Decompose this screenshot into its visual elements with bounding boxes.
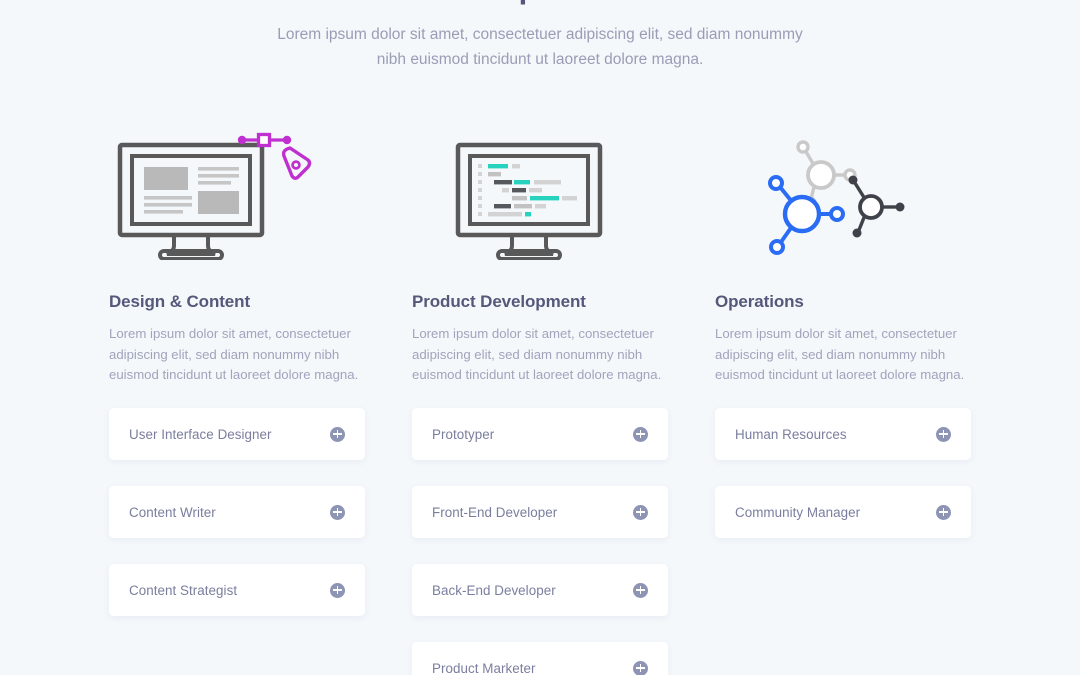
position-label: Community Manager — [735, 504, 861, 520]
plus-circle-icon[interactable] — [633, 582, 648, 598]
plus-circle-icon[interactable] — [330, 504, 345, 520]
position-card[interactable]: Human Resources — [715, 408, 971, 460]
position-card[interactable]: Front-End Developer — [412, 486, 668, 538]
column-title-operations: Operations — [715, 292, 804, 311]
monitor-pen-tool-icon — [117, 132, 312, 260]
column-description-product-development: Lorem ipsum dolor sit amet, consectetuer… — [412, 326, 662, 382]
position-label: Content Strategist — [129, 582, 238, 598]
column-description-operations: Lorem ipsum dolor sit amet, consectetuer… — [715, 326, 965, 382]
column-description-design-content: Lorem ipsum dolor sit amet, consectetuer… — [109, 326, 359, 382]
positions-list-product-development: Prototyper Front-End Developer Back-End … — [412, 408, 668, 675]
position-label: Back-End Developer — [432, 582, 556, 598]
monitor-code-icon — [455, 142, 603, 260]
plus-circle-icon[interactable] — [330, 426, 345, 442]
position-label: Human Resources — [735, 426, 847, 442]
plus-circle-icon[interactable] — [633, 426, 648, 442]
position-card[interactable]: User Interface Designer — [109, 408, 365, 460]
plus-circle-icon[interactable] — [633, 504, 648, 520]
monitor-code-illustration — [412, 120, 668, 270]
position-label: Prototyper — [432, 426, 495, 442]
positions-list-operations: Human Resources Community Manager — [715, 408, 971, 564]
position-card[interactable]: Product Marketer — [412, 642, 668, 675]
column-title-design-content: Design & Content — [109, 292, 251, 311]
network-nodes-illustration — [715, 120, 971, 270]
position-card[interactable]: Prototyper — [412, 408, 668, 460]
monitor-pen-tool-illustration — [109, 120, 365, 270]
section-header: Teams & Open Positions Lorem ipsum dolor… — [0, 0, 1080, 72]
position-label: Content Writer — [129, 504, 216, 520]
team-column-operations: Operations Lorem ipsum dolor sit amet, c… — [715, 120, 971, 675]
plus-circle-icon[interactable] — [330, 582, 345, 598]
position-label: User Interface Designer — [129, 426, 272, 442]
plus-circle-icon[interactable] — [936, 426, 951, 442]
positions-list-design-content: User Interface Designer Content Writer C… — [109, 408, 365, 642]
page-title: Teams & Open Positions — [0, 0, 1080, 10]
plus-circle-icon[interactable] — [633, 660, 648, 675]
position-label: Product Marketer — [432, 660, 536, 675]
column-title-product-development: Product Development — [412, 292, 586, 311]
plus-circle-icon[interactable] — [936, 504, 951, 520]
position-card[interactable]: Content Writer — [109, 486, 365, 538]
team-column-product-development: Product Development Lorem ipsum dolor si… — [412, 120, 668, 675]
position-card[interactable]: Community Manager — [715, 486, 971, 538]
network-nodes-icon — [768, 140, 905, 255]
position-card[interactable]: Back-End Developer — [412, 564, 668, 616]
team-columns: Design & Content Lorem ipsum dolor sit a… — [0, 120, 1080, 675]
page-subtitle: Lorem ipsum dolor sit amet, consectetuer… — [277, 26, 803, 68]
team-column-design-content: Design & Content Lorem ipsum dolor sit a… — [109, 120, 365, 675]
position-card[interactable]: Content Strategist — [109, 564, 365, 616]
position-label: Front-End Developer — [432, 504, 558, 520]
teams-open-positions-section: Teams & Open Positions Lorem ipsum dolor… — [0, 0, 1080, 675]
